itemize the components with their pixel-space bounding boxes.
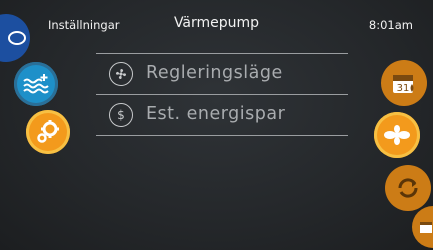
partial-blue-glyph <box>8 31 26 45</box>
partial-orange-glyph <box>420 222 432 233</box>
cycle-arrows-icon[interactable] <box>385 165 431 211</box>
fan-selected-glyph <box>384 125 410 145</box>
menu-item-label: Regleringsläge <box>146 63 283 83</box>
fan-icon-selected[interactable] <box>374 112 420 158</box>
menu-item-est-energispar[interactable]: $ Est. energispar <box>96 94 348 136</box>
calendar-number: 31 <box>397 83 410 94</box>
cycle-glyph <box>398 178 418 198</box>
menu-list: Regleringsläge $ Est. energispar <box>96 53 348 136</box>
calendar-icon: 31 <box>393 75 414 94</box>
gears-icon <box>37 120 59 143</box>
energy-savings-icon: $ <box>109 103 133 127</box>
settings-gears-icon[interactable] <box>26 110 70 154</box>
menu-item-label: Est. energispar <box>146 104 286 124</box>
calendar-schedule-icon[interactable]: 31 <box>381 60 427 106</box>
header: Inställningar Värmepump 8:01am <box>0 0 433 44</box>
water-waves-icon <box>23 74 49 94</box>
screen: Inställningar Värmepump 8:01am Reglering… <box>0 0 433 250</box>
partial-orange-icon[interactable] <box>412 206 433 248</box>
menu-item-regleringslage[interactable]: Regleringsläge <box>96 53 348 94</box>
fan-icon <box>109 62 133 86</box>
clock: 8:01am <box>368 18 413 32</box>
water-heat-icon[interactable] <box>14 62 58 106</box>
